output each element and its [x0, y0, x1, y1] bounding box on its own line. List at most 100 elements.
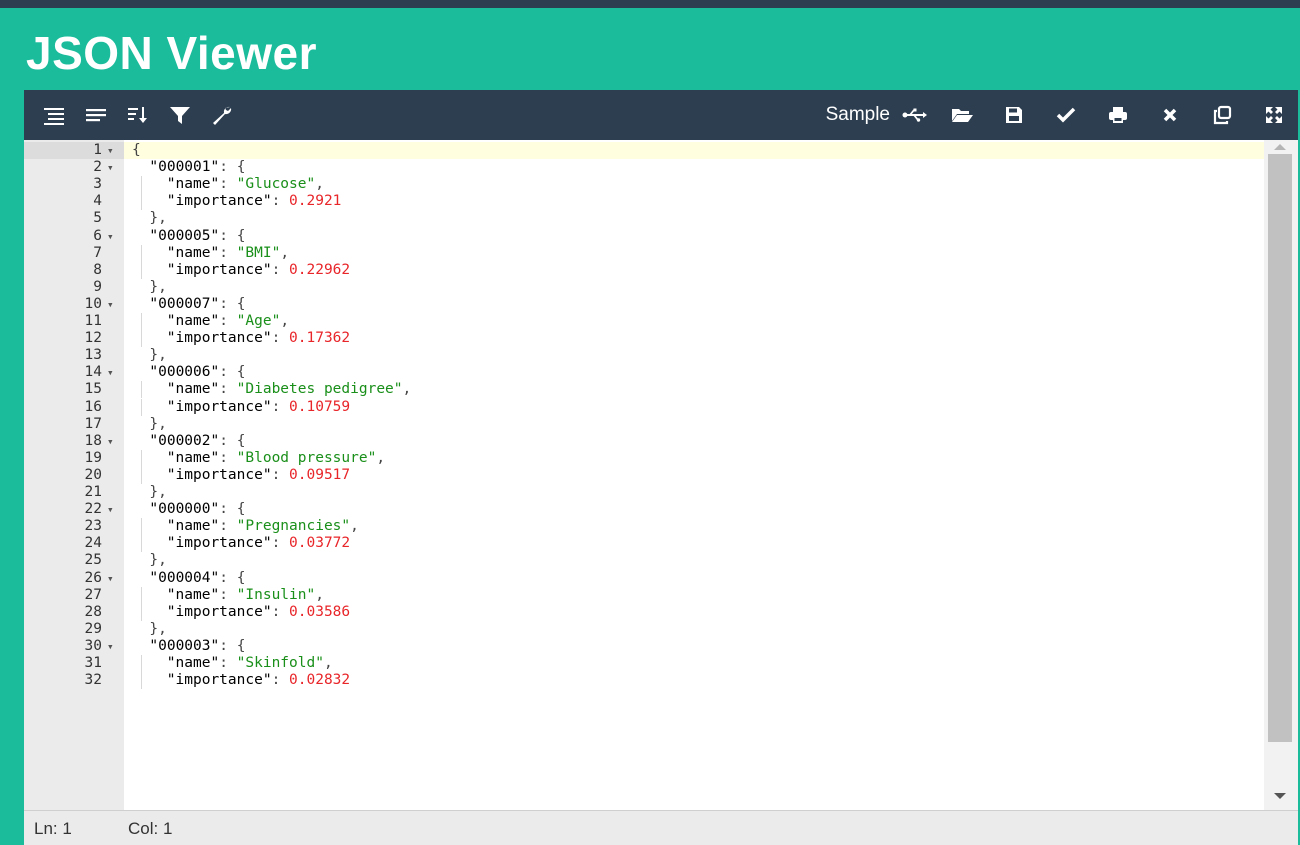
- format-icon[interactable]: [36, 97, 72, 133]
- json-punct: :: [219, 518, 237, 535]
- code-line[interactable]: 20 "importance": 0.09517: [24, 466, 1264, 484]
- json-key: "000003": [149, 637, 220, 654]
- copy-icon[interactable]: [1204, 97, 1240, 133]
- json-punct: :: [219, 655, 237, 671]
- code-line[interactable]: 26 ▾ "000004": {: [24, 570, 1264, 587]
- toolbar-left: [36, 90, 240, 140]
- fold-toggle-icon[interactable]: ▾: [107, 142, 114, 159]
- code-text: "name": "Skinfold",: [167, 655, 333, 672]
- json-key: "importance": [166, 398, 272, 415]
- filter-icon[interactable]: [162, 97, 198, 133]
- line-number: 19: [84, 449, 102, 466]
- json-editor-frame: Sample 1 ▾ {2 ▾ "000001": {3 "name": "…: [24, 90, 1298, 845]
- check-icon[interactable]: [1048, 97, 1084, 133]
- fold-toggle-icon[interactable]: ▾: [107, 570, 114, 587]
- active-line-highlight: [124, 142, 1264, 159]
- json-punct: : {: [219, 432, 246, 449]
- toolbar: Sample: [24, 90, 1298, 140]
- sort-icon[interactable]: [120, 97, 156, 133]
- fold-toggle-icon[interactable]: ▾: [107, 159, 114, 176]
- indent-guide: [140, 672, 142, 690]
- json-string: "Glucose": [236, 176, 316, 193]
- code-line[interactable]: 14 ▾ "000006": {: [24, 364, 1264, 381]
- app-title: JSON Viewer: [26, 27, 318, 79]
- scroll-down-icon[interactable]: [1274, 793, 1286, 799]
- code-line[interactable]: 6 ▾ "000005": {: [24, 228, 1264, 245]
- open-folder-icon[interactable]: [944, 97, 980, 133]
- fold-toggle-icon[interactable]: ▾: [107, 501, 114, 518]
- code-text: "000003": {: [149, 638, 245, 655]
- code-line[interactable]: 5},: [24, 210, 1264, 227]
- code-line[interactable]: 30 ▾ "000003": {: [24, 638, 1264, 655]
- json-punct: :: [271, 193, 290, 210]
- code-line[interactable]: 11 "name": "Age",: [24, 313, 1264, 330]
- fold-toggle-icon[interactable]: ▾: [107, 228, 114, 245]
- code-line[interactable]: 9},: [24, 279, 1264, 296]
- json-punct: },: [149, 415, 167, 432]
- code-text: "000004": {: [149, 570, 245, 587]
- code-line[interactable]: 7 "name": "BMI",: [24, 244, 1264, 262]
- json-number: 0.09517: [289, 466, 351, 483]
- json-punct: ,: [402, 381, 412, 398]
- vertical-scrollbar[interactable]: [1264, 140, 1298, 810]
- code-line[interactable]: 15 "name": "Diabetes pedigree",: [24, 381, 1264, 399]
- code-line[interactable]: 25},: [24, 552, 1264, 569]
- usb-icon[interactable]: [896, 97, 932, 133]
- expand-icon[interactable]: [1256, 97, 1292, 133]
- code-text: "name": "Diabetes pedigree",: [167, 381, 411, 398]
- json-string: "BMI": [236, 244, 281, 261]
- json-punct: : {: [219, 501, 246, 518]
- json-punct: ,: [376, 449, 386, 466]
- code-line[interactable]: 8 "importance": 0.22962: [24, 261, 1264, 279]
- code-line[interactable]: 32 "importance": 0.02832: [24, 672, 1264, 690]
- code-line[interactable]: 27 "name": "Insulin",: [24, 586, 1264, 604]
- code-line[interactable]: 4 "importance": 0.2921: [24, 193, 1264, 211]
- fold-toggle-icon[interactable]: ▾: [107, 364, 114, 381]
- code-line[interactable]: 16 "importance": 0.10759: [24, 398, 1264, 416]
- code-line[interactable]: 29},: [24, 621, 1264, 638]
- close-icon[interactable]: [1152, 97, 1188, 133]
- cursor-line: Ln: 1: [34, 819, 72, 838]
- code-editor[interactable]: 1 ▾{2 ▾ "000001": {3 "name": "Glucose", 4 "imp…: [24, 140, 1298, 810]
- line-number: 6: [93, 227, 102, 244]
- code-text: "importance": 0.02832: [167, 672, 350, 689]
- code-line[interactable]: 19 "name": "Blood pressure",: [24, 449, 1264, 467]
- code-text: "importance": 0.03586: [167, 604, 350, 621]
- code-text: "000006": {: [149, 364, 245, 381]
- json-string: "Insulin": [236, 586, 316, 603]
- json-key: "name": [166, 244, 220, 261]
- code-line[interactable]: 3 "name": "Glucose",: [24, 176, 1264, 194]
- json-punct: :: [271, 466, 290, 483]
- code-line[interactable]: 23 "name": "Pregnancies",: [24, 518, 1264, 536]
- fold-toggle-icon[interactable]: ▾: [107, 638, 114, 655]
- indent-guide: [140, 398, 142, 416]
- sample-button[interactable]: Sample: [826, 104, 890, 126]
- code-line[interactable]: 18 ▾ "000002": {: [24, 433, 1264, 450]
- code-line[interactable]: 21},: [24, 484, 1264, 501]
- scrollbar-thumb[interactable]: [1268, 154, 1292, 742]
- compact-icon[interactable]: [78, 97, 114, 133]
- fold-toggle-icon[interactable]: ▾: [107, 433, 114, 450]
- code-line[interactable]: 31 "name": "Skinfold",: [24, 655, 1264, 672]
- code-line[interactable]: 2 ▾ "000001": {: [24, 159, 1264, 176]
- code-line[interactable]: 17},: [24, 416, 1264, 433]
- code-line[interactable]: 28 "importance": 0.03586: [24, 603, 1264, 621]
- scroll-up-icon[interactable]: [1274, 144, 1286, 150]
- wrench-icon[interactable]: [204, 97, 240, 133]
- code-text: "000001": {: [149, 159, 245, 176]
- json-punct: : {: [219, 569, 246, 586]
- json-punct: },: [149, 347, 167, 364]
- json-key: "name": [166, 586, 220, 603]
- code-line[interactable]: 24 "importance": 0.03772: [24, 535, 1264, 553]
- code-line[interactable]: 12 "importance": 0.17362: [24, 330, 1264, 348]
- code-line[interactable]: 22 ▾ "000000": {: [24, 501, 1264, 518]
- json-key: "importance": [166, 672, 272, 689]
- print-icon[interactable]: [1100, 97, 1136, 133]
- fold-toggle-icon[interactable]: ▾: [107, 296, 114, 313]
- save-icon[interactable]: [996, 97, 1032, 133]
- code-line[interactable]: 10 ▾ "000007": {: [24, 296, 1264, 313]
- code-line[interactable]: 13},: [24, 347, 1264, 364]
- code-text: },: [149, 210, 166, 227]
- code-line[interactable]: 1 ▾{: [24, 142, 1264, 159]
- line-number: 21: [84, 484, 102, 500]
